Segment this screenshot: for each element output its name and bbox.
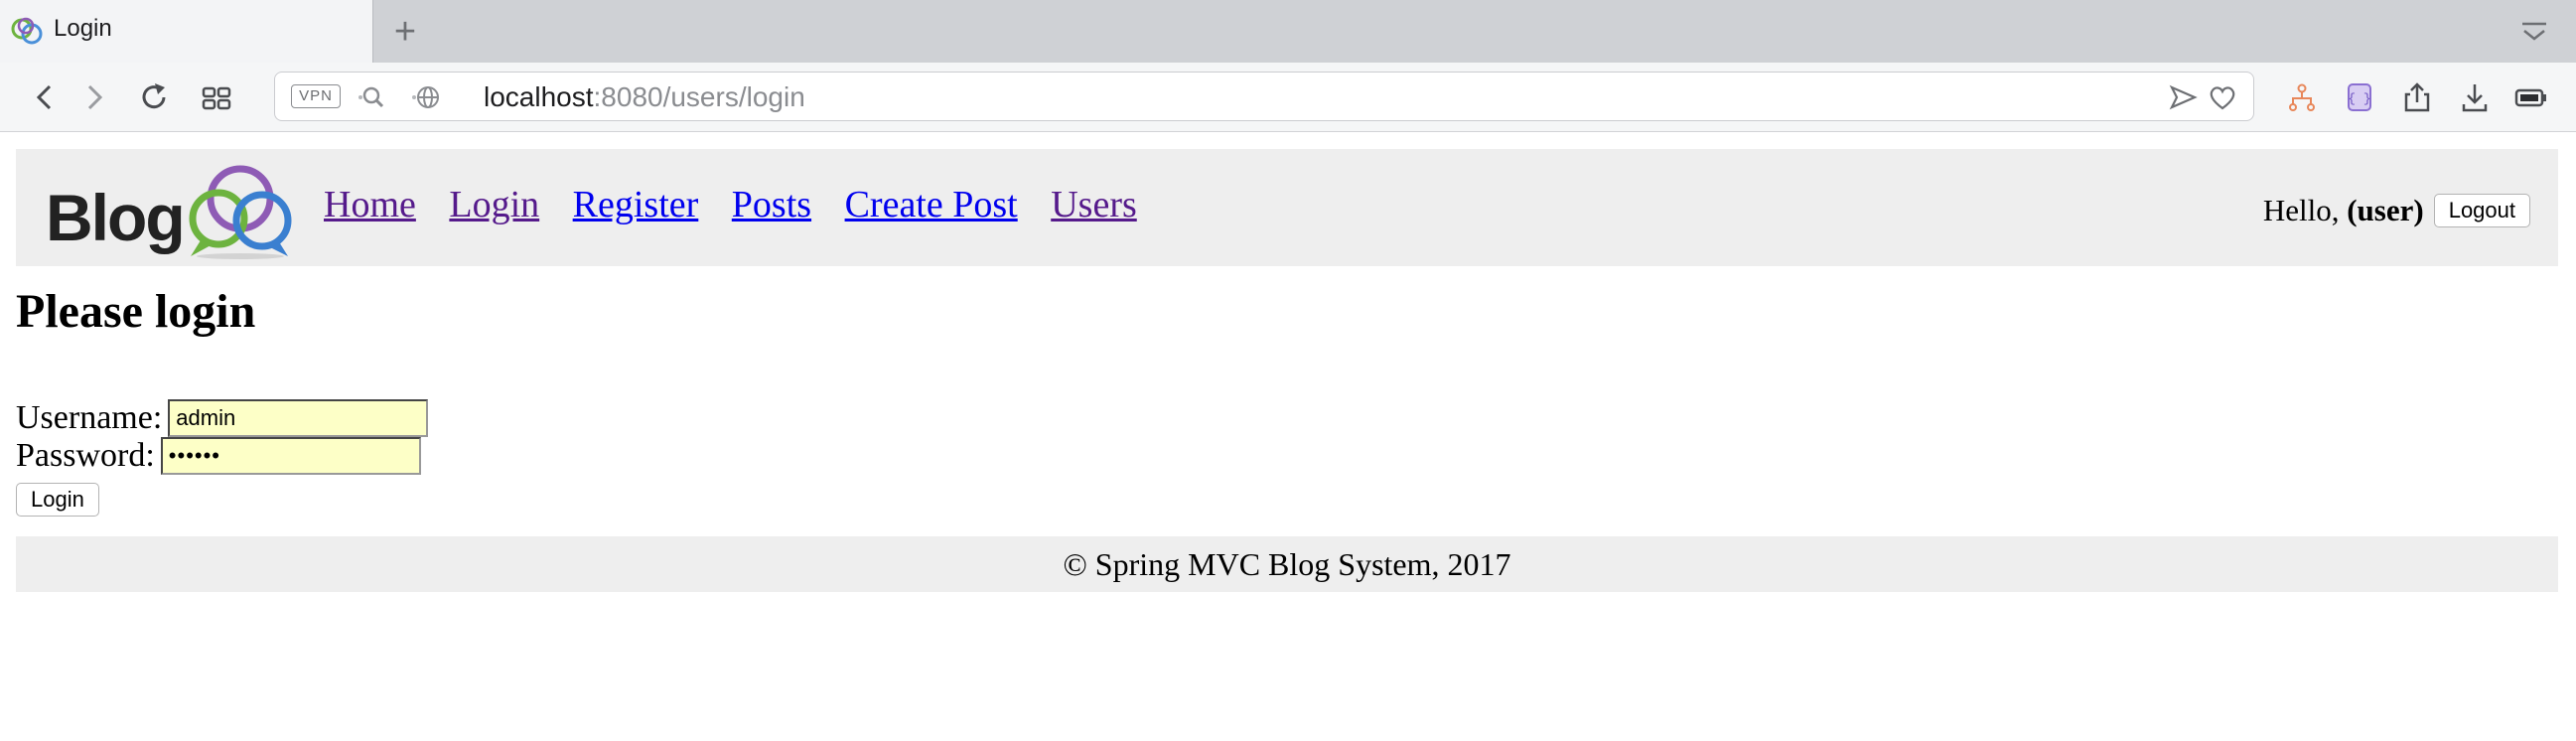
login-form: Username: Password: Login — [16, 399, 429, 517]
logout-button[interactable]: Logout — [2433, 194, 2530, 227]
password-input[interactable] — [160, 437, 421, 475]
nav-link-posts[interactable]: Posts — [732, 184, 811, 225]
user-area: Hello, (user) Logout — [2263, 193, 2530, 228]
vpn-badge[interactable]: VPN — [291, 84, 341, 108]
tab-list-icon[interactable] — [2518, 18, 2550, 46]
login-submit-button[interactable]: Login — [16, 483, 99, 517]
nav-link-home[interactable]: Home — [324, 184, 416, 225]
main-nav: Home Login Register Posts Create Post Us… — [324, 183, 1161, 226]
speed-dial-icon[interactable] — [200, 80, 233, 114]
page-title: Please login — [16, 285, 256, 338]
site-footer: © Spring MVC Blog System, 2017 — [16, 536, 2558, 592]
globe-icon[interactable] — [410, 82, 440, 112]
logo-text: Blog — [46, 181, 184, 254]
nav-link-users[interactable]: Users — [1051, 184, 1137, 225]
nav-link-register[interactable]: Register — [573, 184, 699, 225]
back-icon[interactable] — [28, 80, 62, 114]
browser-tab[interactable]: Login — [0, 0, 373, 63]
password-row: Password: — [16, 437, 428, 475]
greeting-text: Hello, — [2262, 193, 2348, 227]
new-tab-icon[interactable]: + — [385, 12, 425, 52]
battery-icon[interactable] — [2514, 80, 2548, 114]
username-input[interactable] — [168, 399, 429, 437]
username-text: (user) — [2347, 193, 2424, 227]
footer-text: © Spring MVC Blog System, 2017 — [1063, 546, 1511, 582]
share-icon[interactable] — [2400, 80, 2434, 114]
browser-toolbar: VPN localhost:8080/users/login { } — [0, 63, 2576, 132]
search-key-icon[interactable] — [357, 82, 386, 112]
username-row: Username: — [16, 399, 429, 437]
nav-link-create-post[interactable]: Create Post — [845, 184, 1018, 225]
url-host: localhost — [484, 81, 594, 112]
username-label: Username: — [16, 399, 163, 436]
reload-icon[interactable] — [137, 80, 171, 114]
download-icon[interactable] — [2458, 80, 2492, 114]
url-path: :8080/users/login — [593, 81, 805, 112]
browser-tab-bar: Login + — [0, 0, 2576, 63]
tab-title: Login — [54, 15, 112, 42]
svg-text:{ }: { } — [2348, 91, 2370, 106]
sitemap-icon[interactable] — [2285, 80, 2319, 114]
heart-icon[interactable] — [2208, 82, 2237, 112]
blog-logo[interactable]: Blog — [42, 157, 308, 260]
blog-favicon-icon — [11, 17, 43, 45]
password-label: Password: — [16, 437, 155, 474]
nav-link-login[interactable]: Login — [449, 184, 539, 225]
url-text[interactable]: localhost:8080/users/login — [484, 81, 805, 113]
extension-icon[interactable]: { } — [2343, 80, 2376, 114]
site-header: Blog Home Login Register Posts Create Po… — [16, 149, 2558, 266]
send-icon[interactable] — [2168, 82, 2198, 112]
forward-icon[interactable] — [77, 80, 111, 114]
address-bar[interactable]: VPN localhost:8080/users/login — [274, 72, 2254, 121]
